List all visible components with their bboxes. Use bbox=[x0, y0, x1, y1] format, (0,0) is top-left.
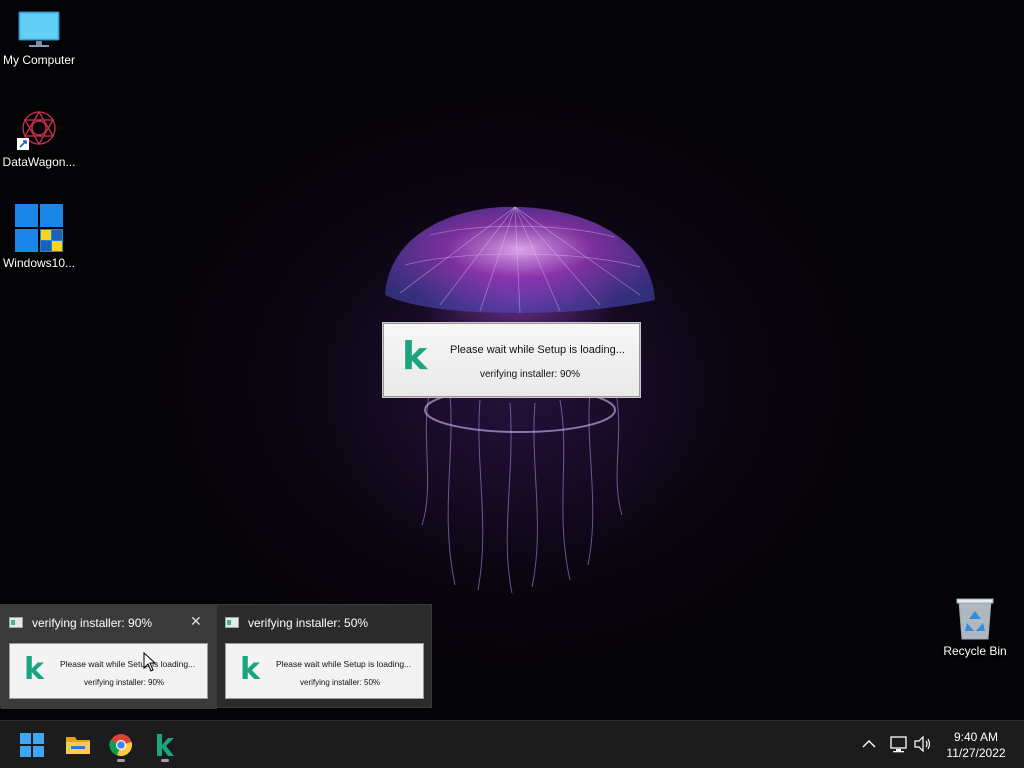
running-indicator bbox=[161, 759, 169, 762]
preview-status: verifying installer: 90% bbox=[84, 678, 165, 687]
desktop-icon-datawagon[interactable]: DataWagon... bbox=[0, 108, 79, 169]
recycle-bin-icon bbox=[956, 598, 994, 640]
k-logo-icon: k bbox=[402, 334, 428, 378]
preview-message: Please wait while Setup is loading... bbox=[60, 659, 196, 669]
taskbar-k-installer[interactable] bbox=[145, 727, 185, 763]
taskbar: 9:40 AM 11/27/2022 bbox=[0, 720, 1024, 768]
desktop-icon-label: Recycle Bin bbox=[943, 644, 1007, 658]
desktop-icon-recycle-bin[interactable]: Recycle Bin bbox=[935, 597, 1015, 658]
desktop-icon-windows10[interactable]: Windows10... bbox=[0, 203, 79, 270]
window-preview-1[interactable]: verifying installer: 90% ✕ k Please wait… bbox=[1, 605, 217, 709]
taskbar-chrome[interactable] bbox=[101, 727, 141, 763]
preview-title: verifying installer: 50% bbox=[248, 616, 369, 630]
app-window-icon bbox=[225, 617, 239, 628]
k-logo-icon: k bbox=[24, 652, 44, 687]
chrome-icon bbox=[109, 734, 132, 757]
setup-status-text: verifying installer: 90% bbox=[480, 369, 581, 380]
clock-date: 11/27/2022 bbox=[946, 746, 1006, 760]
setup-loading-dialog: k Please wait while Setup is loading... … bbox=[383, 323, 640, 397]
desktop-icon-my-computer[interactable]: My Computer bbox=[0, 10, 79, 67]
mouse-cursor-icon bbox=[143, 652, 157, 672]
show-hidden-icons-chevron[interactable] bbox=[862, 736, 876, 754]
setup-loading-message: Please wait while Setup is loading... bbox=[450, 344, 625, 356]
desktop-icon-label: My Computer bbox=[2, 53, 76, 67]
preview-message: Please wait while Setup is loading... bbox=[276, 659, 412, 669]
window-preview-2[interactable]: verifying installer: 50% k Please wait w… bbox=[217, 605, 433, 709]
k-logo-icon: k bbox=[240, 652, 260, 687]
taskbar-preview-flyout: verifying installer: 90% ✕ k Please wait… bbox=[0, 604, 433, 709]
taskbar-file-explorer[interactable] bbox=[57, 727, 97, 763]
start-icon bbox=[20, 733, 44, 757]
k-installer-icon bbox=[157, 734, 174, 756]
system-clock[interactable]: 9:40 AM 11/27/2022 bbox=[938, 729, 1014, 761]
monitor-icon bbox=[18, 11, 60, 47]
preview-status: verifying installer: 50% bbox=[300, 678, 381, 687]
preview-title: verifying installer: 90% bbox=[32, 616, 153, 630]
file-explorer-icon bbox=[66, 737, 90, 754]
preview-thumbnail[interactable]: k Please wait while Setup is loading... … bbox=[225, 643, 424, 699]
clock-time: 9:40 AM bbox=[953, 730, 999, 744]
datawagon-shortcut-icon bbox=[17, 110, 56, 150]
desktop-icon-label: DataWagon... bbox=[2, 155, 76, 169]
volume-icon[interactable] bbox=[913, 735, 933, 758]
close-icon[interactable]: ✕ bbox=[190, 613, 202, 630]
preview-thumbnail[interactable]: k Please wait while Setup is loading... … bbox=[9, 643, 208, 699]
start-button[interactable] bbox=[12, 727, 52, 763]
network-icon[interactable] bbox=[889, 735, 909, 758]
windows-logo-shortcut-icon bbox=[15, 204, 63, 252]
running-indicator bbox=[117, 759, 125, 762]
desktop-icon-label: Windows10... bbox=[2, 256, 76, 270]
app-window-icon bbox=[9, 617, 23, 628]
